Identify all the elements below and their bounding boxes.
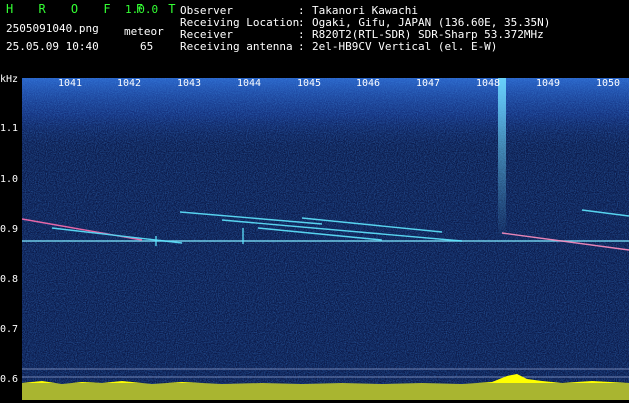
info-label: Receiving antenna xyxy=(180,40,293,53)
time-tick-label: 1045 xyxy=(297,78,322,89)
frequency-tick-label: 0.9 xyxy=(0,224,19,235)
info-value: 2el-HB9CV Vertical (el. E-W) xyxy=(312,40,498,53)
time-tick-label: 1046 xyxy=(356,78,381,89)
meteor-streak xyxy=(498,78,506,238)
frequency-tick-label: 1.0 xyxy=(0,174,19,185)
frequency-unit: kHz xyxy=(0,74,19,85)
time-tick-label: 1047 xyxy=(416,78,441,89)
observation-info: Observer : Takanori Kawachi Receiving Lo… xyxy=(180,5,620,57)
time-tick-label: 1049 xyxy=(536,78,561,89)
frequency-tick-label: 0.6 xyxy=(0,374,19,385)
time-tick-label: 1043 xyxy=(177,78,202,89)
time-tick-label: 1042 xyxy=(117,78,142,89)
mode-label: meteor xyxy=(124,25,164,38)
frequency-tick-label: 0.8 xyxy=(0,274,19,285)
frequency-tick-label: 0.7 xyxy=(0,324,19,335)
spectrogram-panel xyxy=(21,78,629,400)
meteor-count: 65 xyxy=(140,40,154,53)
time-tick-label: 1041 xyxy=(58,78,83,89)
frequency-axis: kHz 1.1 1.0 0.9 0.8 0.7 0.6 xyxy=(0,0,22,400)
time-tick-label: 1044 xyxy=(237,78,262,89)
info-separator: : xyxy=(298,40,305,53)
app-version: 1.0.0 xyxy=(125,3,159,16)
spectrogram-image xyxy=(21,78,629,400)
time-tick-label: 1050 xyxy=(596,78,621,89)
frequency-tick-label: 1.1 xyxy=(0,123,19,134)
time-tick-label: 1048 xyxy=(476,78,501,89)
